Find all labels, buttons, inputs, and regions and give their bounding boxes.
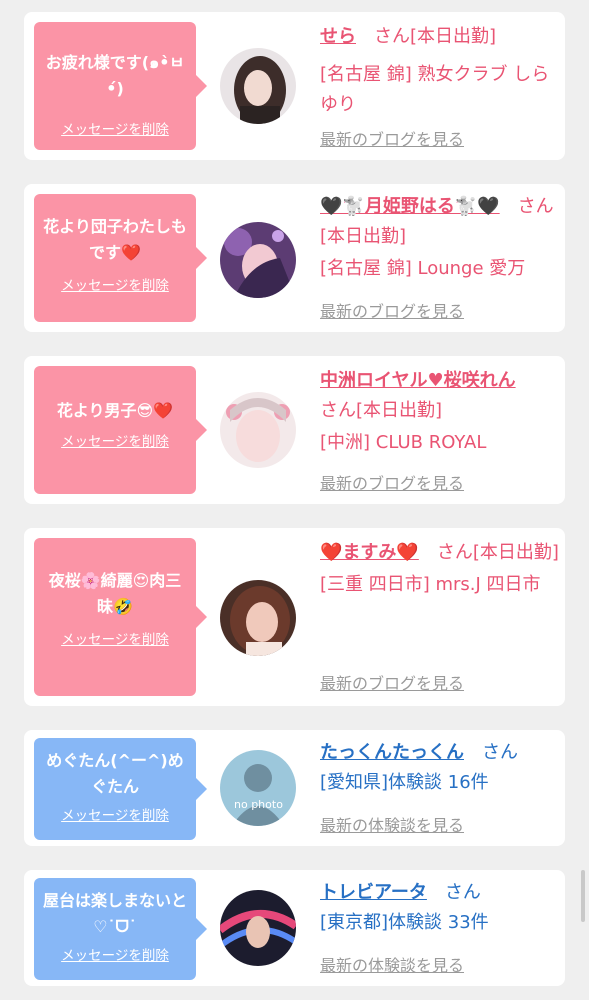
avatar[interactable] [220, 580, 296, 656]
latest-review-link[interactable]: 最新の体験談を見る [320, 952, 464, 976]
profile-info: たっくんたっくん さん [愛知県]体験談 16件 [320, 738, 560, 798]
profile-info: トレビアータ さん [東京都]体験談 33件 [320, 878, 560, 938]
message-text: 花より男子😎❤️ [56, 401, 174, 420]
profile-location: [名古屋 錦] Lounge 愛万 [320, 258, 526, 279]
message-bubble: 花より団子わたしもです❤️ メッセージを削除 [34, 194, 207, 322]
avatar[interactable] [220, 890, 296, 966]
message-text: お疲れ様です(๑•̀ㅂ•́) [45, 53, 185, 98]
profile-name-link[interactable]: 中洲ロイヤル♥桜咲れん [320, 370, 516, 391]
latest-blog-link[interactable]: 最新のブログを見る [320, 298, 464, 322]
message-card: 夜桜🌸綺麗😍肉三昧🤣 メッセージを削除 ❤️ますみ❤️ さん[本日出勤] [三重… [24, 528, 565, 706]
message-text: 屋台は楽しまないと♡˙ᗜ˙ [42, 891, 187, 936]
profile-info: せら さん[本日出勤] [名古屋 錦] 熟女クラブ しらゆり [320, 22, 560, 120]
latest-blog-link[interactable]: 最新のブログを見る [320, 126, 464, 150]
profile-name-link[interactable]: 🖤🐩月姫野はる🐩🖤 [320, 196, 500, 217]
profile-info: 🖤🐩月姫野はる🐩🖤 さん[本日出勤] [名古屋 錦] Lounge 愛万 [320, 192, 560, 284]
profile-name-link[interactable]: せら [320, 26, 356, 47]
scrollbar[interactable] [581, 870, 585, 922]
message-card: 花より男子😎❤️ メッセージを削除 中洲ロイヤル♥桜咲れん さん[本日出勤] [… [24, 356, 565, 504]
message-card: めぐたん(^ー^)めぐたん メッセージを削除 no photo たっくんたっくん… [24, 730, 565, 846]
avatar[interactable]: no photo [220, 750, 296, 826]
message-card: 屋台は楽しまないと♡˙ᗜ˙ メッセージを削除 トレビアータ さん [東京都]体験… [24, 870, 565, 986]
delete-message-link[interactable]: メッセージを削除 [42, 432, 188, 452]
latest-blog-link[interactable]: 最新のブログを見る [320, 670, 464, 694]
profile-name-link[interactable]: たっくんたっくん [320, 742, 464, 763]
message-card: お疲れ様です(๑•̀ㅂ•́) メッセージを削除 せら さん[本日出勤] [名古屋… [24, 12, 565, 160]
message-bubble: 夜桜🌸綺麗😍肉三昧🤣 メッセージを削除 [34, 538, 207, 696]
profile-location: [愛知県]体験談 16件 [320, 772, 489, 793]
message-text: 花より団子わたしもです❤️ [43, 217, 187, 262]
avatar[interactable] [220, 392, 296, 468]
message-bubble: 花より男子😎❤️ メッセージを削除 [34, 366, 207, 494]
latest-review-link[interactable]: 最新の体験談を見る [320, 812, 464, 836]
delete-message-link[interactable]: メッセージを削除 [42, 946, 188, 966]
no-photo-label: no photo [234, 798, 283, 811]
message-bubble: お疲れ様です(๑•̀ㅂ•́) メッセージを削除 [34, 22, 207, 150]
profile-suffix: さん[本日出勤] [418, 542, 559, 563]
delete-message-link[interactable]: メッセージを削除 [42, 630, 188, 650]
delete-message-link[interactable]: メッセージを削除 [42, 806, 188, 826]
delete-message-link[interactable]: メッセージを削除 [42, 276, 188, 296]
profile-location: [中洲] CLUB ROYAL [320, 432, 487, 453]
avatar[interactable] [220, 222, 296, 298]
profile-location: [東京都]体験談 33件 [320, 912, 489, 933]
profile-suffix: さん [426, 882, 481, 903]
message-card: 花より団子わたしもです❤️ メッセージを削除 🖤🐩月姫野はる🐩🖤 さん[本日出勤… [24, 184, 565, 332]
latest-blog-link[interactable]: 最新のブログを見る [320, 470, 464, 494]
profile-location: [三重 四日市] mrs.J 四日市 [320, 574, 541, 595]
delete-message-link[interactable]: メッセージを削除 [42, 120, 188, 140]
avatar[interactable] [220, 48, 296, 124]
message-text: めぐたん(^ー^)めぐたん [46, 751, 184, 796]
message-bubble: 屋台は楽しまないと♡˙ᗜ˙ メッセージを削除 [34, 878, 207, 980]
profile-location: [名古屋 錦] 熟女クラブ しらゆり [320, 64, 550, 115]
profile-suffix: さん[本日出勤] [356, 26, 497, 47]
message-text: 夜桜🌸綺麗😍肉三昧🤣 [48, 571, 182, 616]
profile-info: 中洲ロイヤル♥桜咲れん さん[本日出勤] [中洲] CLUB ROYAL [320, 366, 560, 458]
profile-name-link[interactable]: ❤️ますみ❤️ [320, 542, 419, 563]
profile-info: ❤️ますみ❤️ さん[本日出勤] [三重 四日市] mrs.J 四日市 [320, 538, 560, 600]
message-bubble: めぐたん(^ー^)めぐたん メッセージを削除 [34, 738, 207, 840]
profile-suffix: さん [464, 742, 518, 763]
profile-name-link[interactable]: トレビアータ [320, 882, 427, 903]
profile-suffix: さん[本日出勤] [320, 400, 443, 421]
